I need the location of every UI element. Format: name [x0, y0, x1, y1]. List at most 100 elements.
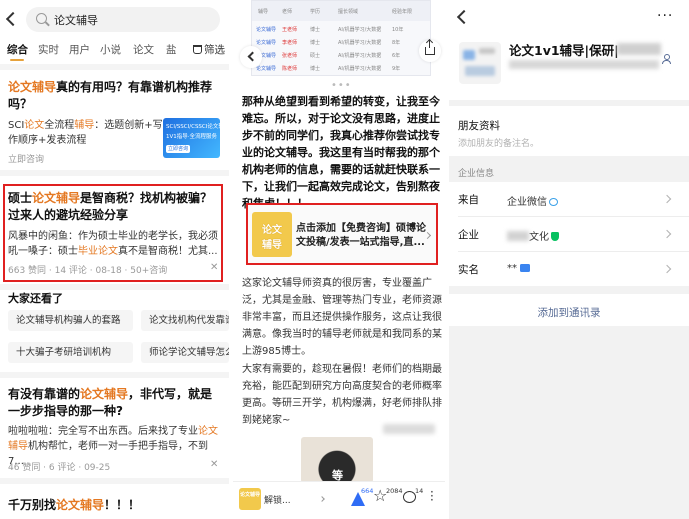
search-input[interactable]: 论文辅导: [26, 7, 220, 32]
table-cell: 博士: [310, 27, 321, 33]
title-highlight: 论文辅导: [56, 498, 105, 512]
tab-paper[interactable]: 论文: [133, 42, 154, 57]
promo-logo: 论文 辅导: [252, 212, 292, 257]
search-header: 论文辅导: [0, 0, 229, 38]
search-results-panel: 论文辅导 综合 实时 用户 小说 论文 盐 筛选 论文辅导真的有用吗？有靠谱机构…: [0, 0, 229, 519]
table-header-cell: 经验年限: [392, 9, 413, 15]
contact-profile-panel: ··· 论文1v1辅导|保研| 朋友资料 添加朋友的备注名。 企业信息 来自 企…: [449, 0, 689, 519]
table-cell: AI/机器学习/大数据: [338, 53, 382, 59]
consult-link[interactable]: 立即咨询: [8, 152, 44, 165]
divider: [0, 170, 229, 176]
promo-logo-text: 辅导: [262, 240, 282, 251]
related-search-chip[interactable]: 师论学论文辅导怎么样: [141, 342, 229, 363]
result-thumbnail[interactable]: SCI/SSCI/CSSCI论文辅导 1V1指导·全流程服务 立即咨询: [163, 118, 220, 158]
image-pager-dots: •••: [331, 80, 352, 91]
tab-novel[interactable]: 小说: [100, 42, 121, 57]
promo-card[interactable]: 论文 辅导 点击添加【免费咨询】硕博论文投稿/发表一站式指导,直...: [246, 203, 438, 265]
body-highlight: 辅导: [74, 120, 95, 131]
result-title[interactable]: 千万别找论文辅导！！！: [8, 497, 223, 514]
table-cell: 8年: [392, 40, 401, 46]
source-value: 企业微信: [507, 193, 558, 208]
table-cell: AI/机器学习/大数据: [338, 66, 382, 72]
redacted-text: [507, 231, 529, 241]
close-icon[interactable]: ✕: [210, 459, 218, 470]
realname-value: **: [507, 263, 530, 274]
title-text: 有没有靠谱的: [8, 387, 81, 401]
search-icon: [36, 13, 47, 24]
related-search-chip[interactable]: 十大骗子考研培训机构: [8, 342, 133, 363]
tab-yan[interactable]: 盐: [166, 42, 177, 57]
realname-label: 实名: [458, 264, 479, 276]
back-chevron-icon[interactable]: [456, 9, 472, 25]
tab-comprehensive[interactable]: 综合: [7, 42, 28, 57]
redacted-text: [383, 424, 435, 434]
table-cell: 论文辅导: [256, 40, 277, 46]
verified-shield-icon: [551, 232, 559, 241]
related-search-chip[interactable]: 论文辅导机构骗人的套路: [8, 310, 133, 331]
contact-name: 论文1v1辅导|保研|: [509, 43, 619, 58]
section-gap: [449, 286, 689, 294]
table-cell: 王老师: [282, 27, 298, 33]
table-cell: AI/机器学习/大数据: [338, 27, 382, 33]
article-panel: 辅导 老师 学历 擅长领域 经验年限 论文辅导 王老师 博士 AI/机器学习/大…: [233, 0, 445, 519]
table-cell: 李老师: [282, 40, 298, 46]
tab-realtime[interactable]: 实时: [38, 42, 59, 57]
title-text: 千万别找: [8, 498, 57, 512]
related-search-chip[interactable]: 论文找机构代发靠谱吗: [141, 310, 229, 331]
id-card-icon: [520, 264, 530, 272]
source-row[interactable]: 来自 企业微信: [449, 182, 689, 216]
author-name[interactable]: 解锁...: [264, 493, 291, 506]
article-paragraph: 大家有需要的，趁现在暑假！老师们的档期最充裕，能匹配到研究方向高度契合的老师概率…: [242, 364, 442, 426]
author-logo[interactable]: 论文辅导: [239, 488, 261, 510]
company-row[interactable]: 企业 文化: [449, 217, 689, 251]
share-button[interactable]: [419, 40, 441, 62]
more-vertical-icon[interactable]: · · ·: [430, 486, 438, 506]
filter-button[interactable]: 筛选: [189, 42, 225, 57]
active-tab-indicator: [10, 59, 24, 61]
table-cell: 张老师: [282, 53, 298, 59]
table-cell: 论文辅导: [256, 66, 277, 72]
also-viewed-title: 大家还看了: [8, 292, 63, 305]
table-header-cell: 老师: [282, 9, 293, 15]
body-text: SCI: [8, 120, 25, 131]
section-title: 企业信息: [458, 169, 495, 179]
filter-icon: [193, 45, 202, 54]
table-cell: AI/机器学习/大数据: [338, 40, 382, 46]
table-cell: 10年: [392, 27, 404, 33]
result-title: 有没有靠谱的论文辅导，非代写，就是一步步指导的那一种?: [8, 386, 223, 420]
comment-count: 14: [415, 487, 424, 495]
table-header-cell: 学历: [310, 9, 321, 15]
back-chevron-icon: [247, 51, 258, 62]
article-paragraph: 这家论文辅导师资真的很厉害，专业覆盖广泛，尤其是金融、管理等热门专业，老师资源非…: [242, 278, 442, 357]
back-chevron-icon[interactable]: [5, 11, 21, 27]
divider: [0, 64, 229, 70]
redacted-text: [617, 43, 661, 55]
realname-row[interactable]: 实名 **: [449, 252, 689, 286]
article-photo[interactable]: 等: [301, 437, 373, 483]
more-options-icon[interactable]: ···: [657, 8, 673, 24]
table-cell: 博士: [310, 40, 321, 46]
section-gap: 企业信息: [449, 156, 689, 182]
friend-info-row[interactable]: 朋友资料 添加朋友的备注名。: [449, 106, 689, 156]
chevron-right-icon: [662, 229, 672, 239]
tab-users[interactable]: 用户: [69, 42, 90, 57]
share-icon: [425, 40, 435, 55]
like-count: 664: [361, 487, 374, 495]
remark-placeholder: 添加朋友的备注名。: [458, 139, 540, 149]
result-title: 论文辅导真的有用吗？有靠谱机构推荐吗？: [8, 79, 223, 113]
avatar[interactable]: [459, 42, 501, 84]
body-highlight: 论文: [24, 120, 45, 131]
table-cell: 硕士: [310, 53, 321, 59]
table-header-cell: 擅长领域: [338, 9, 359, 15]
title-text: ！！！: [104, 498, 141, 512]
search-query: 论文辅导: [54, 14, 98, 27]
highlight-box: [3, 184, 223, 282]
table-cell: 6年: [392, 53, 401, 59]
article-table-image: 辅导 老师 学历 擅长领域 经验年限 论文辅导 王老师 博士 AI/机器学习/大…: [251, 0, 431, 76]
back-button[interactable]: [240, 46, 262, 68]
company-value: 文化: [507, 228, 559, 243]
add-to-contacts-button[interactable]: 添加到通讯录: [449, 305, 689, 320]
article-bottom-bar: 论文辅导 解锁... 664 ☆ 2084 14 · · ·: [233, 481, 445, 519]
thumbnail-text: SCI/SSCI/CSSCI论文辅导: [166, 124, 220, 130]
title-highlight: 论文辅导: [80, 387, 129, 401]
